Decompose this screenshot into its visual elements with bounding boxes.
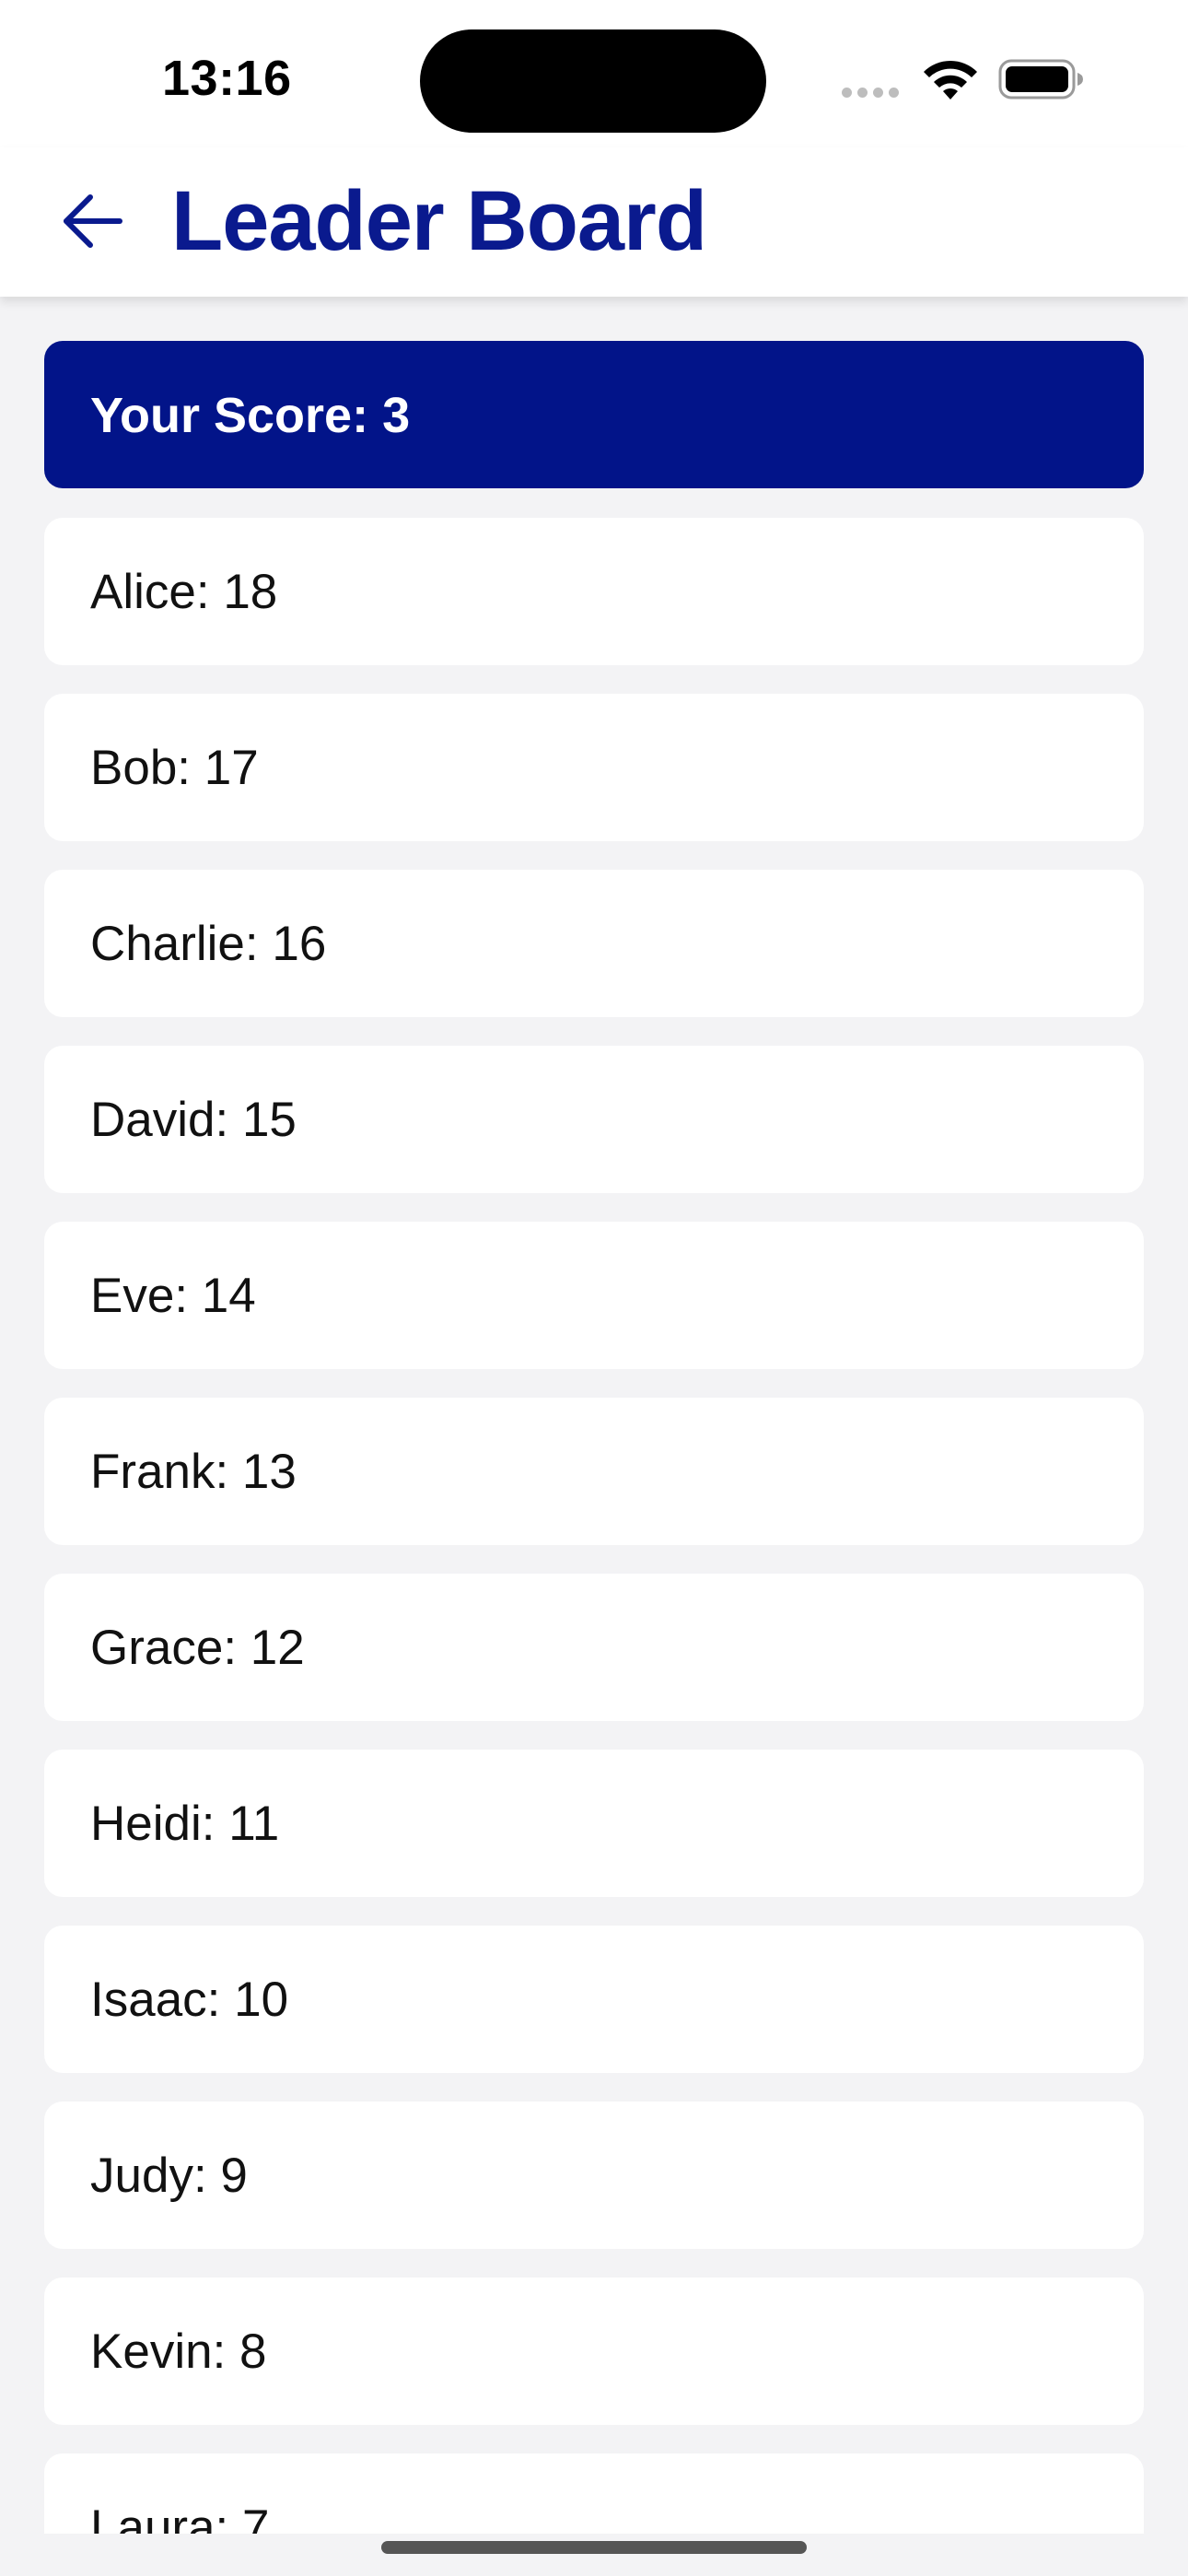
list-item: Charlie: 16 xyxy=(44,870,1144,1017)
page-title: Leader Board xyxy=(171,174,707,268)
list-item: Laura: 7 xyxy=(44,2453,1144,2534)
player-score: Laura: 7 xyxy=(90,2500,270,2534)
player-score: Isaac: 10 xyxy=(90,1973,289,2027)
list-item: Heidi: 11 xyxy=(44,1750,1144,1897)
list-item: Isaac: 10 xyxy=(44,1926,1144,2073)
list-item: Judy: 9 xyxy=(44,2102,1144,2249)
list-item: David: 15 xyxy=(44,1046,1144,1193)
bottom-safe-area xyxy=(0,2534,1188,2576)
list-item: Frank: 13 xyxy=(44,1398,1144,1545)
your-score-label: Your Score: 3 xyxy=(90,388,411,443)
list-item: Kevin: 8 xyxy=(44,2277,1144,2425)
player-score: Kevin: 8 xyxy=(90,2324,267,2379)
app-header: Leader Board xyxy=(0,147,1188,297)
list-item: Bob: 17 xyxy=(44,694,1144,841)
player-score: Heidi: 11 xyxy=(90,1797,280,1851)
cellular-signal-icon xyxy=(842,85,903,100)
dynamic-island xyxy=(420,29,766,133)
home-indicator[interactable] xyxy=(381,2541,807,2554)
list-item: Grace: 12 xyxy=(44,1574,1144,1721)
arrow-left-icon[interactable] xyxy=(57,186,131,256)
status-bar: 13:16 xyxy=(0,0,1188,147)
player-score: Charlie: 16 xyxy=(90,917,327,971)
leaderboard-list: Alice: 18 Bob: 17 Charlie: 16 David: 15 … xyxy=(44,518,1144,2534)
player-score: Eve: 14 xyxy=(90,1269,256,1323)
player-score: David: 15 xyxy=(90,1093,297,1147)
player-score: Bob: 17 xyxy=(90,741,259,795)
player-score: Grace: 12 xyxy=(90,1621,305,1675)
battery-icon xyxy=(998,59,1083,100)
player-score: Judy: 9 xyxy=(90,2149,248,2203)
player-score: Frank: 13 xyxy=(90,1445,297,1499)
list-item: Eve: 14 xyxy=(44,1222,1144,1369)
wifi-icon xyxy=(924,60,977,100)
leaderboard-content[interactable]: Your Score: 3 Alice: 18 Bob: 17 Charlie:… xyxy=(0,297,1188,2534)
status-time: 13:16 xyxy=(162,51,292,106)
your-score-card: Your Score: 3 xyxy=(44,341,1144,488)
player-score: Alice: 18 xyxy=(90,565,278,619)
list-item: Alice: 18 xyxy=(44,518,1144,665)
